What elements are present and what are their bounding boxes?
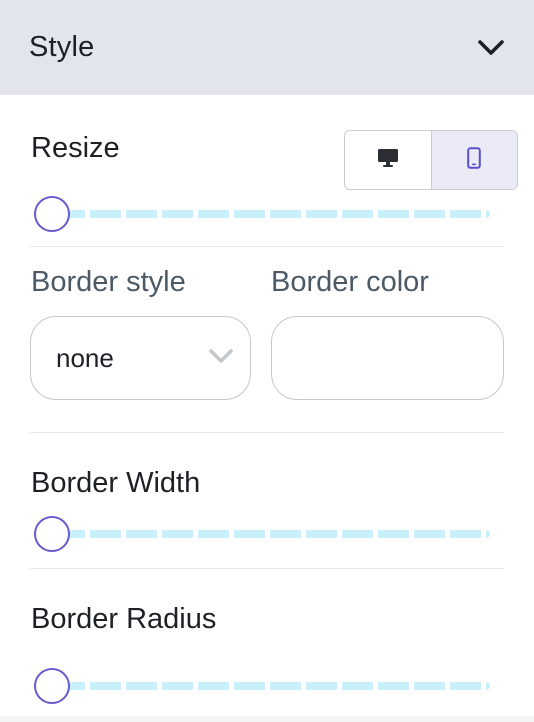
slider-thumb[interactable] bbox=[34, 668, 70, 704]
slider-track bbox=[54, 530, 490, 538]
resize-slider[interactable] bbox=[34, 194, 490, 234]
style-section-header[interactable]: Style bbox=[0, 0, 534, 95]
slider-thumb[interactable] bbox=[34, 516, 70, 552]
slider-thumb[interactable] bbox=[34, 196, 70, 232]
desktop-view-button[interactable] bbox=[345, 131, 432, 189]
border-style-label: Border style bbox=[31, 266, 186, 298]
divider bbox=[30, 432, 504, 433]
border-radius-label: Border Radius bbox=[31, 603, 217, 635]
chevron-down-icon[interactable] bbox=[476, 38, 506, 58]
border-color-input[interactable] bbox=[271, 316, 504, 400]
slider-track bbox=[54, 210, 490, 218]
divider bbox=[30, 568, 504, 569]
chevron-down-icon bbox=[208, 348, 234, 369]
desktop-icon bbox=[377, 148, 399, 173]
section-title: Style bbox=[29, 31, 95, 63]
panel-bottom-edge bbox=[0, 716, 534, 722]
border-color-label: Border color bbox=[271, 266, 429, 298]
border-width-slider[interactable] bbox=[34, 514, 490, 554]
divider bbox=[30, 246, 504, 247]
border-style-select[interactable]: none bbox=[30, 316, 251, 400]
device-toggle bbox=[344, 130, 518, 190]
mobile-icon bbox=[467, 146, 482, 174]
resize-label: Resize bbox=[31, 132, 120, 164]
mobile-view-button[interactable] bbox=[431, 131, 517, 189]
border-radius-slider[interactable] bbox=[34, 666, 490, 706]
border-width-label: Border Width bbox=[31, 467, 201, 499]
border-style-value: none bbox=[56, 342, 114, 373]
slider-track bbox=[54, 682, 490, 690]
